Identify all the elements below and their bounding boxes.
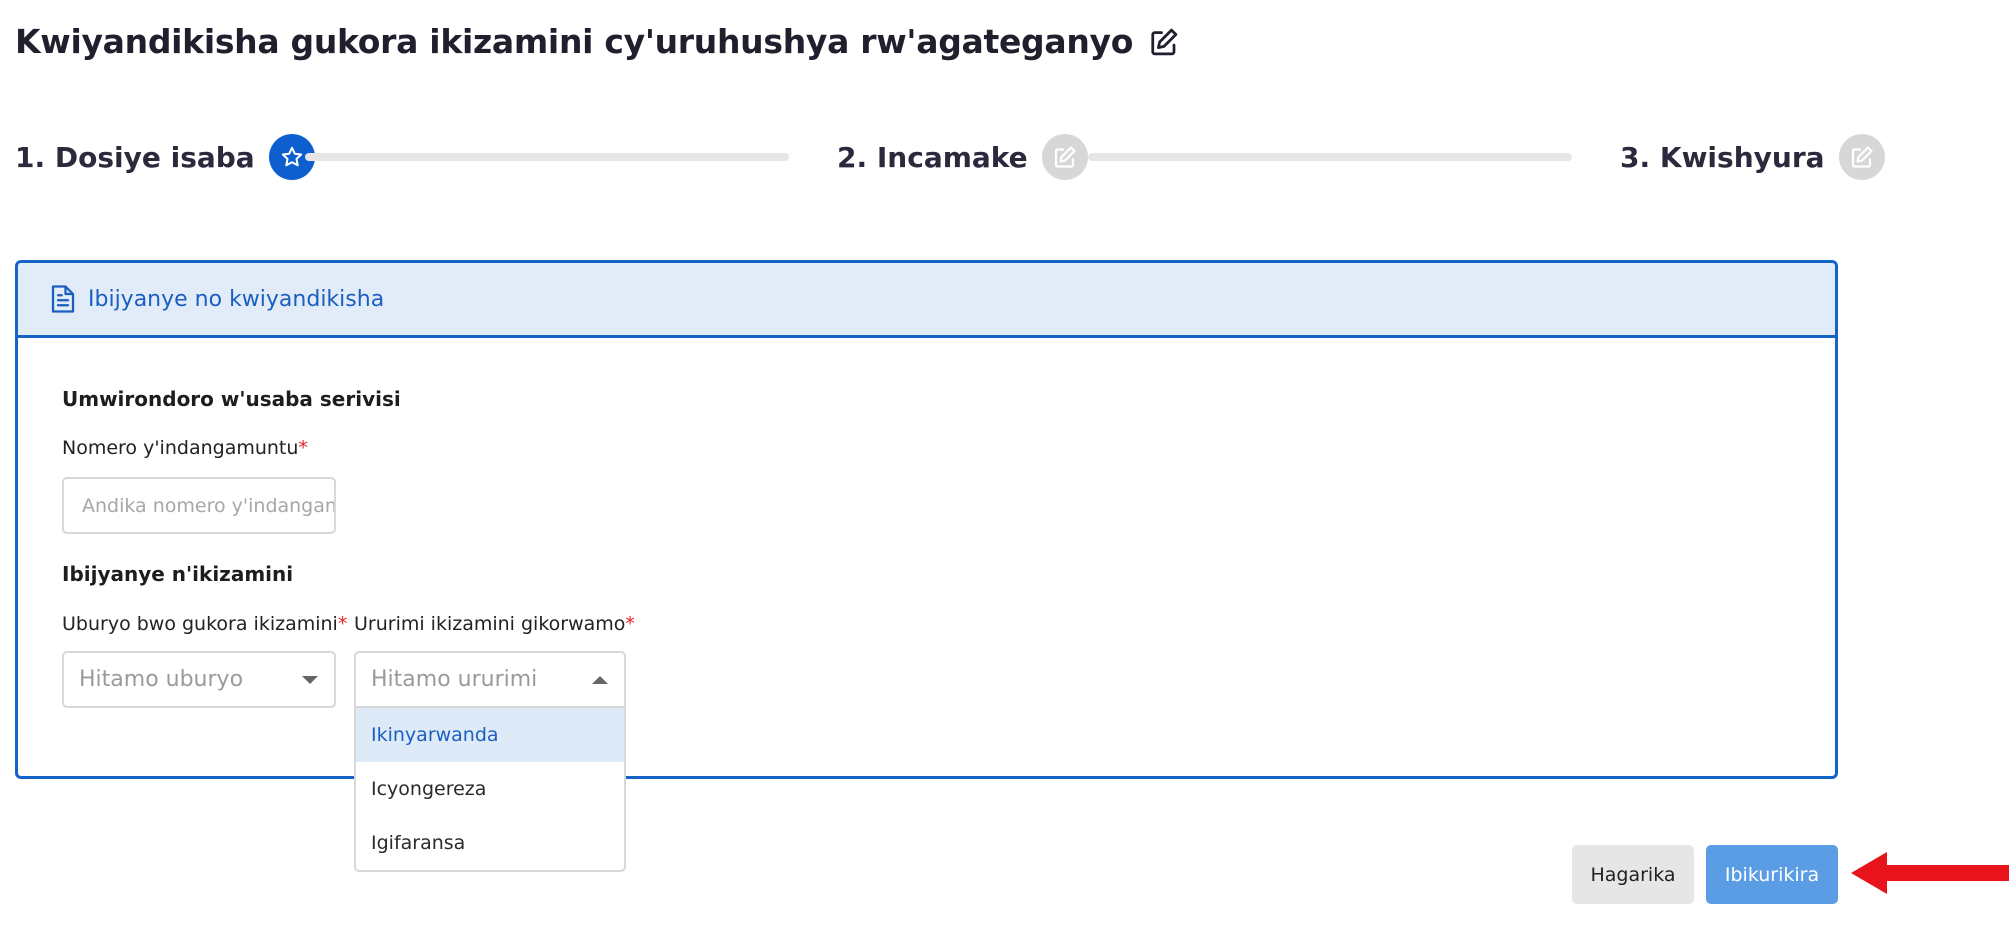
stepper: 1. Dosiye isaba 2. Incamake 3. Kwishyura (15, 133, 1885, 181)
cancel-button[interactable]: Hagarika (1572, 845, 1694, 904)
step-2-label: 2. Incamake (837, 140, 1028, 174)
step-connector-2 (1088, 153, 1572, 161)
profile-section-title: Umwirondoro w'usaba serivisi (62, 387, 401, 411)
exam-language-label: Ururimi ikizamini gikorwamo* (354, 613, 635, 635)
card-header: Ibijyanye no kwiyandikisha (18, 263, 1835, 338)
required-marker: * (625, 613, 635, 635)
exam-language-dropdown: Ikinyarwanda Icyongereza Igifaransa (354, 708, 626, 872)
page-title: Kwiyandikisha gukora ikizamini cy'uruhus… (15, 22, 1134, 61)
step-connector-1 (305, 153, 789, 161)
required-marker: * (298, 437, 308, 459)
id-number-input[interactable] (62, 477, 336, 534)
continue-button[interactable]: Ibikurikira (1706, 845, 1838, 904)
chevron-up-icon (592, 675, 608, 684)
exam-type-label: Uburyo bwo gukora ikizamini* (62, 613, 348, 635)
edit-icon[interactable] (1149, 27, 1179, 57)
exam-language-select[interactable]: Hitamo ururimi (354, 651, 626, 708)
id-number-label: Nomero y'indangamuntu* (62, 437, 308, 459)
language-option-ikinyarwanda[interactable]: Ikinyarwanda (356, 708, 624, 762)
annotation-arrow-icon (1851, 852, 2009, 894)
star-icon (281, 146, 302, 167)
step-1[interactable]: 1. Dosiye isaba (15, 133, 315, 181)
chevron-down-icon (302, 675, 318, 684)
step-3-label: 3. Kwishyura (1620, 140, 1825, 174)
step-3-indicator (1838, 134, 1885, 180)
step-2[interactable]: 2. Incamake (837, 133, 1088, 181)
card-header-title: Ibijyanye no kwiyandikisha (88, 286, 385, 312)
exam-type-select[interactable]: Hitamo uburyo (62, 651, 336, 708)
step-3[interactable]: 3. Kwishyura (1620, 133, 1885, 181)
edit-icon (1054, 146, 1076, 168)
language-option-igifaransa[interactable]: Igifaransa (356, 816, 624, 870)
exam-section-title: Ibijyanye n'ikizamini (62, 562, 294, 586)
page-title-row: Kwiyandikisha gukora ikizamini cy'uruhus… (15, 22, 1179, 61)
document-icon (51, 285, 75, 313)
required-marker: * (337, 613, 348, 635)
step-2-indicator (1041, 134, 1088, 180)
edit-icon (1851, 146, 1873, 168)
step-1-label: 1. Dosiye isaba (15, 140, 255, 174)
exam-type-placeholder: Hitamo uburyo (79, 667, 244, 692)
exam-language-placeholder: Hitamo ururimi (371, 667, 538, 692)
language-option-icyongereza[interactable]: Icyongereza (356, 762, 624, 816)
